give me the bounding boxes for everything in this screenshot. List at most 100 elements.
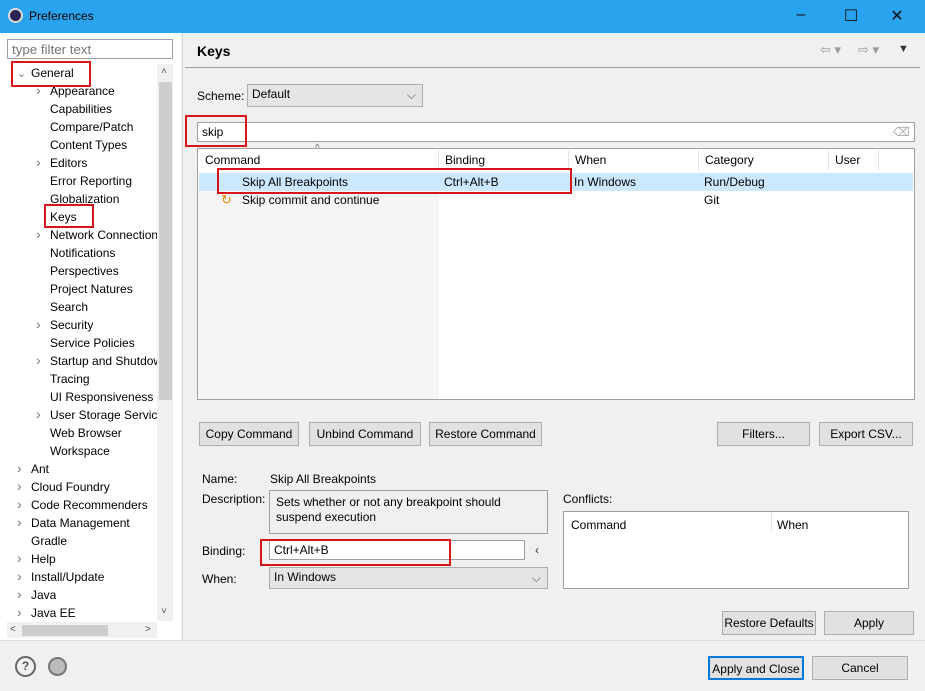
tree-item[interactable]: Cloud Foundry	[31, 478, 110, 496]
binding-input[interactable]: Ctrl+Alt+B	[269, 540, 525, 560]
chevron-down-icon: ⌵	[406, 88, 416, 102]
expand-icon[interactable]: ›	[36, 154, 41, 170]
conflicts-column-when[interactable]: When	[777, 518, 808, 532]
tree-item[interactable]: UI Responsiveness M	[50, 388, 157, 406]
conflicts-label: Conflicts:	[563, 492, 613, 506]
cancel-button[interactable]: Cancel	[812, 656, 908, 680]
close-button[interactable]: ✕	[882, 6, 912, 26]
clear-icon[interactable]: ⌫	[893, 125, 910, 140]
name-label: Name:	[202, 472, 238, 486]
menu-icon[interactable]: ▼	[898, 43, 909, 55]
tree-item[interactable]: Data Management	[31, 514, 130, 532]
scheme-value: Default	[252, 87, 291, 101]
filter-input[interactable]	[7, 39, 173, 59]
tree-item[interactable]: Tracing	[50, 370, 90, 388]
tree-item[interactable]: Notifications	[50, 244, 115, 262]
expand-icon[interactable]: ›	[36, 316, 41, 332]
when-select[interactable]: In Windows ⌵	[269, 567, 548, 589]
git-icon: ↻	[221, 192, 232, 207]
row-binding: Ctrl+Alt+B	[444, 175, 499, 189]
tree-item[interactable]: Compare/Patch	[50, 118, 133, 136]
search-value: skip	[202, 125, 224, 139]
column-user[interactable]: User	[829, 150, 879, 170]
row-when: In Windows	[574, 175, 637, 189]
tree-item[interactable]: Globalization	[50, 190, 119, 208]
tree-item[interactable]: Code Recommenders	[31, 496, 148, 514]
header-divider	[185, 67, 920, 68]
forward-icon[interactable]: ⇨ ▾	[858, 42, 879, 58]
restore-defaults-button[interactable]: Restore Defaults	[722, 611, 816, 635]
tree-item[interactable]: Capabilities	[50, 100, 112, 118]
scroll-down-icon[interactable]: ˅	[161, 606, 167, 617]
tree-item[interactable]: General	[31, 64, 74, 82]
binding-menu-icon[interactable]: ‹	[535, 543, 539, 557]
import-export-icon[interactable]	[48, 657, 67, 676]
expand-icon[interactable]: ›	[17, 550, 22, 566]
tree-item[interactable]: Perspectives	[50, 262, 119, 280]
chevron-down-icon: ⌵	[531, 571, 541, 585]
expand-icon[interactable]: ›	[17, 586, 22, 602]
unbind-command-button[interactable]: Unbind Command	[309, 422, 421, 446]
tree-item[interactable]: Editors	[50, 154, 87, 172]
tree-item[interactable]: Workspace	[50, 442, 110, 460]
minimize-button[interactable]: –	[786, 6, 816, 24]
column-when[interactable]: When	[569, 150, 699, 170]
description-field: Sets whether or not any breakpoint shoul…	[269, 490, 548, 534]
column-command[interactable]: Command	[199, 150, 439, 170]
filters-button[interactable]: Filters...	[717, 422, 810, 446]
expand-icon[interactable]: ›	[17, 478, 22, 494]
restore-command-button[interactable]: Restore Command	[429, 422, 542, 446]
tree-item[interactable]: Startup and Shutdow	[50, 352, 157, 370]
expand-icon[interactable]: ›	[36, 226, 41, 242]
hscroll-thumb[interactable]	[22, 625, 108, 636]
expand-icon[interactable]: ›	[17, 604, 22, 620]
help-icon[interactable]: ?	[15, 656, 36, 677]
eclipse-icon	[8, 8, 23, 23]
tree-item[interactable]: Java EE	[31, 604, 76, 622]
export-csv-button[interactable]: Export CSV...	[819, 422, 913, 446]
tree-item[interactable]: Error Reporting	[50, 172, 132, 190]
divider	[182, 33, 183, 640]
row-category: Run/Debug	[704, 175, 765, 189]
tree-item[interactable]: Keys	[50, 208, 77, 226]
back-icon[interactable]: ⇦ ▾	[820, 42, 841, 58]
column-binding[interactable]: Binding	[439, 150, 569, 170]
maximize-button[interactable]: ☐	[836, 6, 866, 26]
tree-item[interactable]: Security	[50, 316, 93, 334]
tree-item[interactable]: Java	[31, 586, 56, 604]
tree-item[interactable]: Appearance	[50, 82, 115, 100]
scroll-left-icon[interactable]: <	[10, 624, 16, 635]
tree-item[interactable]: Project Natures	[50, 280, 133, 298]
scroll-right-icon[interactable]: >	[145, 624, 151, 635]
apply-button[interactable]: Apply	[824, 611, 914, 635]
apply-and-close-button[interactable]: Apply and Close	[708, 656, 804, 680]
tree-item[interactable]: Search	[50, 298, 88, 316]
copy-command-button[interactable]: Copy Command	[199, 422, 299, 446]
expand-icon[interactable]: ›	[17, 460, 22, 476]
expand-open-icon[interactable]: ⌄	[17, 67, 26, 80]
tree-item[interactable]: Web Browser	[50, 424, 122, 442]
tree-item[interactable]: Ant	[31, 460, 49, 478]
scheme-select[interactable]: Default ⌵	[247, 84, 423, 107]
expand-icon[interactable]: ›	[17, 568, 22, 584]
expand-icon[interactable]: ›	[17, 514, 22, 530]
when-label: When:	[202, 572, 237, 586]
tree-item[interactable]: Service Policies	[50, 334, 135, 352]
tree-item[interactable]: Install/Update	[31, 568, 104, 586]
row-category: Git	[704, 193, 720, 207]
expand-icon[interactable]: ›	[36, 406, 41, 422]
scrollbar-thumb[interactable]	[159, 82, 172, 400]
tree-item[interactable]: Network Connection	[50, 226, 157, 244]
description-label: Description:	[202, 492, 266, 506]
tree-item[interactable]: Content Types	[50, 136, 127, 154]
tree-item[interactable]: Gradle	[31, 532, 67, 550]
expand-icon[interactable]: ›	[17, 496, 22, 512]
command-search-input[interactable]: skip ⌫	[197, 122, 915, 142]
column-category[interactable]: Category	[699, 150, 829, 170]
tree-item[interactable]: User Storage Service	[50, 406, 157, 424]
expand-icon[interactable]: ›	[36, 352, 41, 368]
tree-item[interactable]: Help	[31, 550, 56, 568]
expand-icon[interactable]: ›	[36, 82, 41, 98]
conflicts-column-command[interactable]: Command	[571, 518, 626, 532]
scroll-up-icon[interactable]: ˄	[161, 66, 167, 77]
